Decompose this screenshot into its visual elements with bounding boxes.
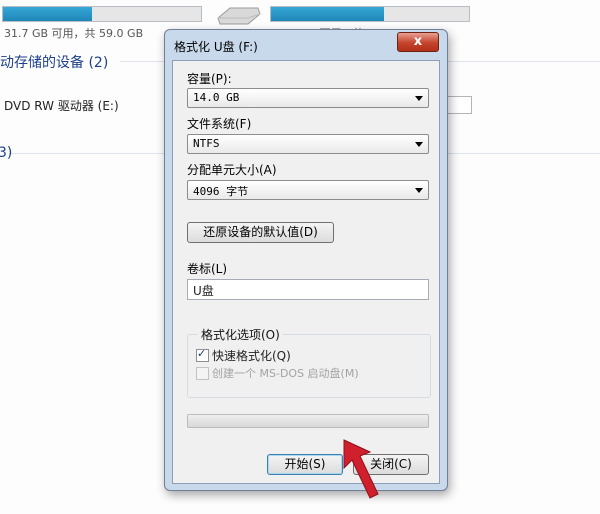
- dialog-titlebar[interactable]: 格式化 U盘 (F:) x: [165, 30, 447, 60]
- annotation-arrow-icon: [343, 439, 379, 499]
- volume-label: 卷标(L): [187, 262, 228, 276]
- allocation-value: 4096 字节: [193, 185, 249, 198]
- dvd-drive-label[interactable]: DVD RW 驱动器 (E:): [4, 97, 119, 114]
- format-options-title: 格式化选项(O): [198, 326, 283, 343]
- removable-section-title[interactable]: 动存储的设备 (2): [0, 52, 108, 72]
- allocation-select[interactable]: 4096 字节: [187, 180, 429, 200]
- capacity-label: 容量(P):: [187, 72, 232, 86]
- drive1-usage-bar: [2, 6, 202, 22]
- volume-label-input[interactable]: U盘: [187, 279, 429, 300]
- usb-drive-icon: [217, 7, 261, 25]
- capacity-select[interactable]: 14.0 GB: [187, 88, 429, 108]
- allocation-label: 分配单元大小(A): [187, 163, 277, 177]
- filesystem-value: NTFS: [193, 137, 220, 150]
- filesystem-select[interactable]: NTFS: [187, 134, 429, 154]
- drive-capacity-box: [446, 96, 472, 114]
- filesystem-label: 文件系统(F): [187, 117, 252, 131]
- msdos-boot-label[interactable]: 创建一个 MS-DOS 启动盘(M): [212, 365, 359, 381]
- capacity-value: 14.0 GB: [193, 91, 240, 104]
- chevron-down-icon: [415, 142, 423, 147]
- dialog-body: 容量(P): 14.0 GB 文件系统(F) NTFS 分配单元大小(A) 40…: [172, 60, 440, 484]
- other-section-title[interactable]: 3): [0, 145, 12, 161]
- restore-defaults-button[interactable]: 还原设备的默认值(D): [187, 222, 334, 243]
- quick-format-label[interactable]: 快速格式化(Q): [212, 347, 291, 364]
- close-icon[interactable]: x: [397, 32, 439, 52]
- volume-label-value: U盘: [193, 284, 214, 298]
- drive1-usage-fill: [3, 7, 93, 21]
- dialog-title: 格式化 U盘 (F:): [174, 40, 258, 54]
- drive1-space-text: 31.7 GB 可用，共 59.0 GB: [4, 27, 144, 40]
- msdos-boot-checkbox[interactable]: [196, 367, 209, 380]
- quick-format-checkbox[interactable]: [196, 347, 209, 362]
- format-options-group: 格式化选项(O) 快速格式化(Q) 创建一个 MS-DOS 启动盘(M): [187, 326, 431, 398]
- chevron-down-icon: [415, 188, 423, 193]
- format-dialog: 格式化 U盘 (F:) x 容量(P): 14.0 GB 文件系统(F) NTF…: [164, 29, 448, 491]
- drive2-usage-bar: [270, 6, 470, 22]
- drive2-usage-fill: [271, 7, 384, 21]
- chevron-down-icon: [415, 96, 423, 101]
- format-progress-bar: [187, 414, 429, 428]
